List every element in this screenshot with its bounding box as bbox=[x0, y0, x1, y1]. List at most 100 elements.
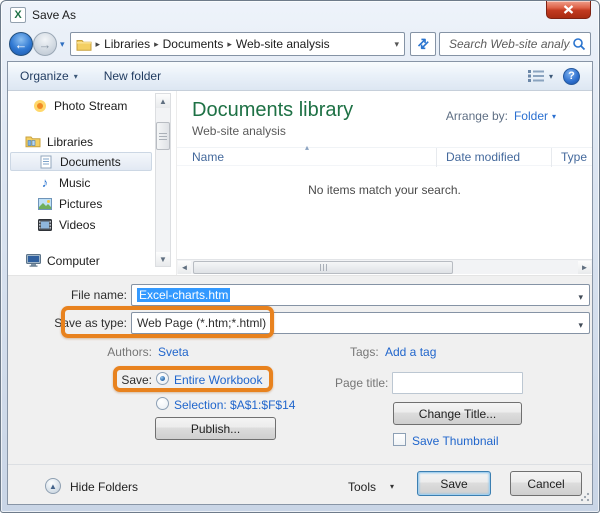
save-button[interactable]: Save bbox=[417, 471, 491, 496]
sidebar-item-documents[interactable]: Documents bbox=[10, 152, 152, 171]
sidebar-item-label: Computer bbox=[47, 254, 100, 268]
refresh-button[interactable]: ⇄ bbox=[410, 32, 436, 56]
resize-grip[interactable] bbox=[580, 492, 590, 502]
sidebar-item-label: Documents bbox=[60, 155, 121, 169]
videos-icon bbox=[37, 217, 53, 233]
hide-folders-label[interactable]: Hide Folders bbox=[70, 480, 138, 494]
library-title: Documents library bbox=[192, 99, 353, 122]
authors-label: Authors: bbox=[8, 345, 152, 359]
selection-label[interactable]: Selection: $A$1:$F$14 bbox=[174, 398, 295, 412]
column-separator[interactable] bbox=[551, 148, 552, 167]
chevron-down-icon[interactable]: ▾ bbox=[578, 320, 583, 331]
sidebar-item-label: Music bbox=[59, 176, 90, 190]
chevron-down-icon: ▾ bbox=[549, 72, 553, 81]
sidebar-item-label: Libraries bbox=[47, 135, 93, 149]
arrange-by-value[interactable]: Folder bbox=[514, 109, 548, 123]
breadcrumb[interactable]: ▸ Libraries ▸ Documents ▸ Web-site analy… bbox=[70, 32, 405, 56]
sort-ascending-icon: ▴ bbox=[305, 143, 309, 152]
sidebar-item-pictures[interactable]: Pictures bbox=[37, 194, 102, 213]
pictures-icon bbox=[37, 196, 53, 212]
toolbar-right-group: ▾ ? bbox=[528, 68, 580, 85]
arrange-by-control[interactable]: Arrange by: Folder ▾ bbox=[446, 109, 556, 123]
sidebar-scrollbar-thumb[interactable] bbox=[156, 122, 170, 150]
music-icon: ♪ bbox=[37, 175, 53, 191]
scroll-left-icon[interactable]: ◄ bbox=[178, 261, 191, 274]
breadcrumb-separator: ▸ bbox=[227, 39, 232, 50]
save-options-pane: File name: Excel-charts.htm ▾ Save as ty… bbox=[8, 275, 592, 464]
back-button[interactable]: ← bbox=[9, 32, 33, 56]
dialog-client-area: Organize ▾ New folder ▾ ? bbox=[7, 61, 593, 505]
organize-label: Organize bbox=[20, 69, 69, 83]
title-bar: X Save As bbox=[1, 1, 599, 28]
entire-workbook-label[interactable]: Entire Workbook bbox=[174, 373, 262, 387]
chevron-down-icon: ▾ bbox=[552, 112, 556, 121]
computer-icon bbox=[25, 253, 41, 269]
cancel-button[interactable]: Cancel bbox=[510, 471, 582, 496]
save-thumbnail-checkbox[interactable] bbox=[393, 433, 406, 446]
column-headers: ▴ Name Date modified Type bbox=[177, 147, 592, 166]
close-button[interactable] bbox=[546, 0, 591, 19]
scroll-up-icon[interactable]: ▲ bbox=[156, 94, 170, 108]
selection-radio[interactable] bbox=[156, 397, 169, 410]
help-button[interactable]: ? bbox=[563, 68, 580, 85]
address-dropdown-icon[interactable]: ▾ bbox=[394, 39, 399, 50]
folder-icon bbox=[76, 38, 92, 51]
organize-button[interactable]: Organize ▾ bbox=[20, 69, 78, 83]
back-icon: ← bbox=[15, 37, 28, 52]
breadcrumb-item-website-analysis[interactable]: Web-site analysis bbox=[236, 37, 330, 51]
save-thumbnail-label[interactable]: Save Thumbnail bbox=[412, 434, 499, 448]
sidebar-scrollbar[interactable]: ▲ ▼ bbox=[155, 93, 171, 267]
file-name-label: File name: bbox=[8, 288, 127, 302]
sidebar-item-videos[interactable]: Videos bbox=[37, 215, 95, 234]
scroll-right-icon[interactable]: ► bbox=[578, 261, 591, 274]
search-box[interactable] bbox=[439, 32, 591, 56]
chevron-down-icon[interactable]: ▾ bbox=[578, 292, 583, 303]
column-header-type[interactable]: Type bbox=[561, 150, 587, 164]
forward-icon: → bbox=[39, 37, 52, 52]
hide-folders-button[interactable]: ▲ bbox=[45, 478, 61, 494]
save-as-type-label: Save as type: bbox=[8, 316, 127, 330]
command-toolbar: Organize ▾ New folder ▾ ? bbox=[8, 62, 592, 91]
change-view-button[interactable]: ▾ bbox=[528, 70, 553, 82]
save-as-type-combobox[interactable]: Web Page (*.htm;*.html) ▾ bbox=[131, 312, 590, 334]
dialog-footer: ▲ Hide Folders Tools ▾ Save Cancel bbox=[8, 464, 592, 504]
column-header-name[interactable]: Name bbox=[192, 150, 224, 164]
tools-dropdown[interactable]: Tools bbox=[348, 480, 376, 494]
sidebar-item-music[interactable]: ♪ Music bbox=[37, 173, 90, 192]
sidebar-item-computer[interactable]: Computer bbox=[25, 251, 100, 270]
breadcrumb-separator: ▸ bbox=[154, 39, 159, 50]
file-name-value[interactable]: Excel-charts.htm bbox=[137, 288, 230, 302]
horizontal-scrollbar-thumb[interactable] bbox=[193, 261, 453, 274]
forward-button[interactable]: → bbox=[33, 32, 57, 56]
search-input[interactable] bbox=[447, 36, 572, 52]
tags-add-link[interactable]: Add a tag bbox=[385, 345, 436, 359]
sidebar-item-label: Pictures bbox=[59, 197, 102, 211]
sidebar-item-label: Photo Stream bbox=[54, 99, 127, 113]
recent-pages-dropdown[interactable]: ▾ bbox=[60, 39, 65, 50]
new-folder-label: New folder bbox=[104, 69, 161, 83]
chevron-down-icon[interactable]: ▾ bbox=[390, 482, 394, 491]
scroll-down-icon[interactable]: ▼ bbox=[156, 252, 170, 266]
change-title-button[interactable]: Change Title... bbox=[393, 402, 522, 425]
navigation-bar: ← → ▾ ▸ Libraries ▸ Documents ▸ Web-site… bbox=[1, 28, 599, 60]
column-separator[interactable] bbox=[436, 148, 437, 167]
breadcrumb-item-documents[interactable]: Documents bbox=[163, 37, 224, 51]
navigation-pane: Photo Stream Libraries bbox=[8, 91, 177, 275]
empty-list-message: No items match your search. bbox=[177, 183, 592, 197]
publish-button[interactable]: Publish... bbox=[155, 417, 276, 440]
horizontal-scrollbar[interactable]: ◄ ► bbox=[177, 259, 592, 274]
list-view-icon bbox=[528, 70, 544, 82]
sidebar-item-photo-stream[interactable]: Photo Stream bbox=[32, 96, 127, 115]
authors-value[interactable]: Sveta bbox=[158, 345, 189, 359]
save-as-type-value: Web Page (*.htm;*.html) bbox=[137, 316, 266, 330]
page-title-input[interactable] bbox=[392, 372, 523, 394]
file-name-combobox[interactable]: Excel-charts.htm ▾ bbox=[131, 284, 590, 306]
column-header-date-modified[interactable]: Date modified bbox=[446, 150, 520, 164]
breadcrumb-item-libraries[interactable]: Libraries bbox=[104, 37, 150, 51]
entire-workbook-radio[interactable] bbox=[156, 372, 169, 385]
new-folder-button[interactable]: New folder bbox=[104, 69, 161, 83]
tags-label: Tags: bbox=[350, 345, 379, 359]
sidebar-item-libraries[interactable]: Libraries bbox=[25, 132, 93, 151]
breadcrumb-separator: ▸ bbox=[96, 39, 101, 50]
hide-folders-icon: ▲ bbox=[49, 482, 57, 491]
